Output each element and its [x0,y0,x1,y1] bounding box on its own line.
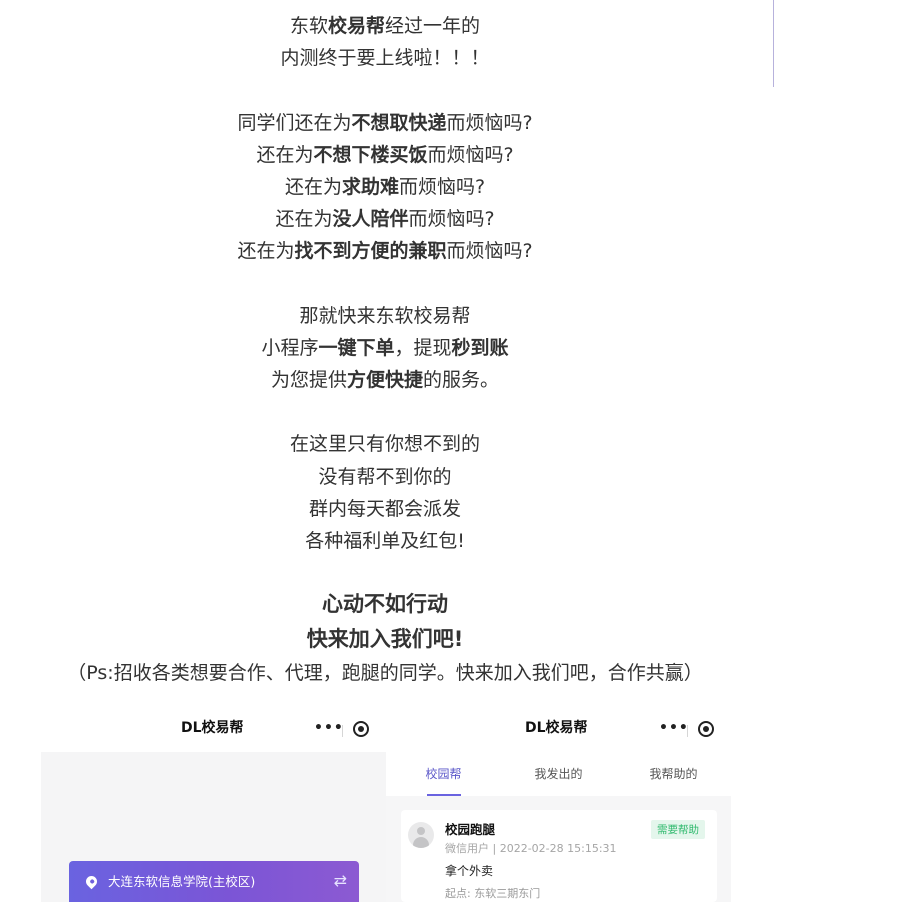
close-miniprogram-icon[interactable] [353,721,369,737]
article-line: 各种福利单及红包! [305,530,465,552]
article-body: 东软校易帮经过一年的 内测终于要上线啦！！！ 同学们还在为不想取快递而烦恼吗? … [0,10,770,689]
article-line: 在这里只有你想不到的 [289,433,480,456]
miniprogram-nav-bar: DL校易帮 ••• [386,705,731,752]
capsule-divider [687,725,688,737]
capsule-divider [342,725,343,737]
order-description: 拿个外卖 [445,864,494,878]
orders-tab-bar: 校园帮 我发出的 我帮助的 [386,752,731,796]
tab-my-posted[interactable]: 我发出的 [501,752,616,796]
app-screenshot-image: DL校易帮 ••• 大连东软信息学院(主校区) ⇄ DL校易帮 ••• 校园帮 … [41,705,731,902]
miniprogram-nav-bar: DL校易帮 ••• [41,705,386,752]
order-start-point: 起点: 东软三期东门 [445,887,541,900]
miniprogram-home-pane: DL校易帮 ••• 大连东软信息学院(主校区) ⇄ [41,705,386,902]
campus-location-bar[interactable]: 大连东软信息学院(主校区) ⇄ [69,861,359,902]
article-line: 东软校易帮经过一年的 [289,15,481,37]
cta-heading: 心动不如行动 [322,592,448,617]
article-line: 群内每天都会派发 [308,497,461,520]
order-meta: 微信用户 | 2022-02-28 15:15:31 [445,842,617,855]
swap-campus-icon[interactable]: ⇄ [334,870,347,892]
location-pin-icon [83,873,100,890]
tab-campus-help[interactable]: 校园帮 [386,752,501,796]
active-tab-indicator [427,794,461,796]
article-line: 同学们还在为不想取快递而烦恼吗? [237,111,533,134]
order-title: 校园跑腿 [445,822,496,837]
article-line: 没有帮不到你的 [318,465,452,488]
article-page: 东软校易帮经过一年的 内测终于要上线啦！！！ 同学们还在为不想取快递而烦恼吗? … [0,0,808,902]
article-line: 小程序一键下单，提现秒到账 [261,336,509,359]
order-card[interactable]: 校园跑腿 微信用户 | 2022-02-28 15:15:31 拿个外卖 起点:… [401,810,717,902]
article-line: 还在为求助难而烦恼吗? [284,175,486,198]
article-line: 还在为没人陪伴而烦恼吗? [275,208,495,231]
status-badge: 需要帮助 [651,820,705,839]
page-margin [808,0,913,902]
article-line: 内测终于要上线啦！！！ [280,47,490,70]
article-line: 为您提供方便快捷的服务。 [270,369,500,392]
close-miniprogram-icon[interactable] [698,721,714,737]
more-menu-icon[interactable]: ••• [659,721,689,735]
campus-location-text: 大连东软信息学院(主校区) [108,874,256,889]
user-avatar-icon [408,822,434,848]
article-line: 那就快来东软校易帮 [299,304,471,327]
article-line: 还在为不想下楼买饭而烦恼吗? [256,143,514,166]
tab-my-helped[interactable]: 我帮助的 [616,752,731,796]
more-menu-icon[interactable]: ••• [314,721,344,735]
miniprogram-orders-pane: DL校易帮 ••• 校园帮 我发出的 我帮助的 校园跑腿 微信用户 | 2022… [386,705,731,902]
divider-line [773,0,774,87]
ps-note: （Ps:招收各类想要合作、代理，跑腿的同学。快来加入我们吧，合作共赢） [67,662,703,685]
cta-heading: 快来加入我们吧! [306,627,464,652]
article-line: 还在为找不到方便的兼职而烦恼吗? [237,240,533,263]
